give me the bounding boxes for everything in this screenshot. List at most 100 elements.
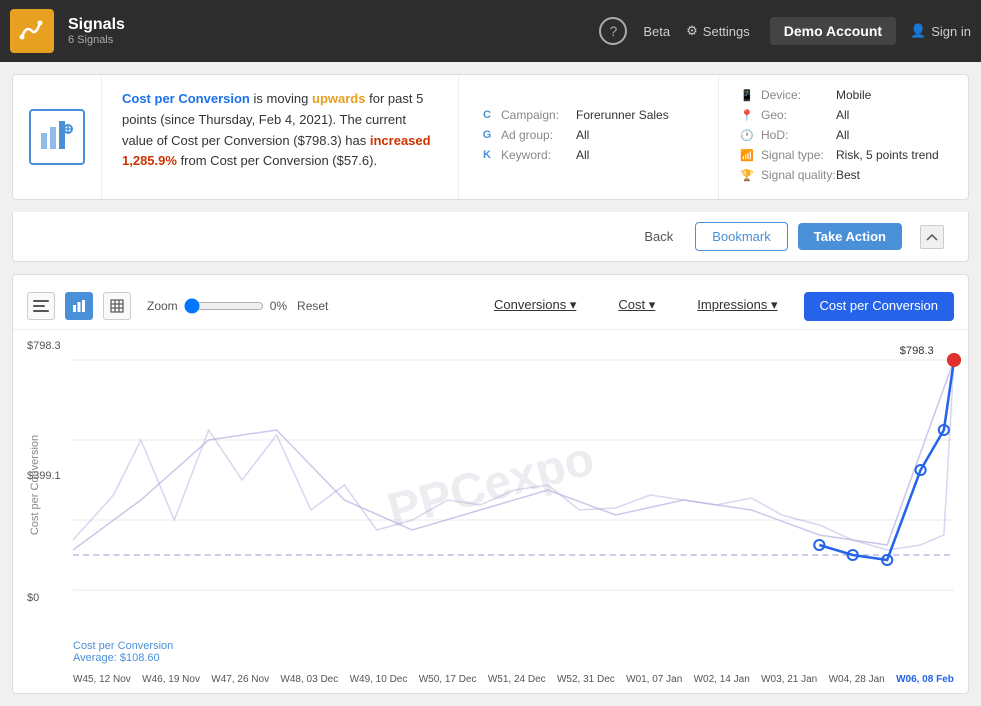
y-axis-title: Cost per Conversion [29, 435, 41, 535]
signal-period-text: for [369, 91, 388, 106]
zoom-control: Zoom 0% [147, 298, 287, 314]
take-action-button[interactable]: Take Action [798, 223, 902, 250]
geo-label: Geo: [761, 108, 836, 122]
keyword-label: Keyword: [501, 148, 576, 162]
settings-label: Settings [703, 24, 750, 39]
x-label-0: W45, 12 Nov [73, 674, 131, 685]
tab-conversions[interactable]: Conversions ▾ [478, 291, 592, 321]
tab-impressions[interactable]: Impressions ▾ [681, 291, 793, 321]
zoom-label: Zoom [147, 299, 178, 313]
signal-type-value: Risk, 5 points trend [836, 148, 939, 162]
metric-link[interactable]: Cost per Conversion [122, 91, 250, 106]
action-bar: Back Bookmark Take Action [12, 212, 969, 262]
help-button[interactable]: ? [599, 17, 627, 45]
header: Signals 6 Signals ? Beta ⚙ Settings Demo… [0, 0, 981, 62]
chart-svg: $798.3 [73, 340, 954, 610]
signal-icon-box [29, 109, 85, 165]
signal-direction: upwards [312, 91, 365, 106]
campaign-label: Campaign: [501, 108, 576, 122]
x-label-7: W52, 31 Dec [557, 674, 615, 685]
app-title-block: Signals 6 Signals [68, 16, 125, 46]
x-label-8: W01, 07 Jan [626, 674, 682, 685]
device-icon: 📱 [739, 87, 755, 103]
signal-type-label: Signal type: [761, 148, 836, 162]
y-min-label: $0 [27, 592, 39, 604]
campaign-value: Forerunner Sales [576, 108, 669, 122]
signal-panel: Cost per Conversion is moving upwards fo… [12, 74, 969, 200]
app-logo [10, 9, 54, 53]
chart-toolbar: Zoom 0% Reset Conversions ▾ Cost ▾ Impre… [13, 287, 968, 330]
signal-quality-icon: 🏆 [739, 167, 755, 183]
x-label-10: W03, 21 Jan [761, 674, 817, 685]
reset-button[interactable]: Reset [297, 299, 328, 313]
geo-row: 📍 Geo: All [739, 107, 948, 123]
adgroup-value: All [576, 128, 589, 142]
signin-button[interactable]: 👤 Sign in [910, 23, 971, 39]
hod-icon: 🕐 [739, 127, 755, 143]
table-icon [110, 299, 124, 313]
tab-cost-per-conversion[interactable]: Cost per Conversion [804, 292, 955, 321]
zoom-value: 0% [270, 299, 287, 313]
avg-label: Cost per Conversion [73, 640, 173, 652]
device-label: Device: [761, 88, 836, 102]
settings-icon: ⚙ [686, 23, 698, 39]
app-title: Signals [68, 16, 125, 34]
signal-quality-label: Signal quality: [761, 168, 836, 182]
x-axis-labels: W45, 12 Nov W46, 19 Nov W47, 26 Nov W48,… [13, 670, 968, 685]
x-label-5: W50, 17 Dec [419, 674, 477, 685]
zoom-slider[interactable] [184, 298, 264, 314]
x-label-11: W04, 28 Jan [829, 674, 885, 685]
tab-cost[interactable]: Cost ▾ [602, 291, 671, 321]
keyword-icon: K [479, 147, 495, 163]
signal-chart-icon [39, 119, 75, 155]
adgroup-icon: G [479, 127, 495, 143]
adgroup-row: G Ad group: All [479, 127, 698, 143]
signal-meta-col2: 📱 Device: Mobile 📍 Geo: All 🕐 HoD: All 📶… [718, 75, 968, 199]
x-label-12: W06, 08 Feb [896, 674, 954, 685]
keyword-row: K Keyword: All [479, 147, 698, 163]
signal-type-icon: 📶 [739, 147, 755, 163]
svg-text:$798.3: $798.3 [900, 345, 934, 357]
hod-value: All [836, 128, 849, 142]
collapse-button[interactable] [920, 225, 944, 249]
filter-button[interactable] [27, 292, 55, 320]
back-button[interactable]: Back [632, 223, 685, 250]
avg-value: Average: $108.60 [73, 652, 160, 664]
x-label-1: W46, 19 Nov [142, 674, 200, 685]
beta-badge: Beta [643, 24, 670, 39]
adgroup-label: Ad group: [501, 128, 576, 142]
signal-icon-block [13, 75, 102, 199]
y-max-label: $798.3 [27, 340, 61, 352]
table-button[interactable] [103, 292, 131, 320]
user-icon: 👤 [910, 23, 926, 39]
signal-description: Cost per Conversion is moving upwards fo… [102, 75, 458, 199]
device-row: 📱 Device: Mobile [739, 87, 948, 103]
bookmark-button[interactable]: Bookmark [695, 222, 788, 251]
campaign-icon: C [479, 107, 495, 123]
x-label-2: W47, 26 Nov [211, 674, 269, 685]
x-label-9: W02, 14 Jan [694, 674, 750, 685]
bar-chart-button[interactable] [65, 292, 93, 320]
filter-icon [33, 300, 49, 312]
signal-quality-row: 🏆 Signal quality: Best [739, 167, 948, 183]
chart-container: PPCexpo $798.3 $399.1 $0 Cost per Conver… [13, 330, 968, 640]
x-label-6: W51, 24 Dec [488, 674, 546, 685]
hod-row: 🕐 HoD: All [739, 127, 948, 143]
settings-button[interactable]: ⚙ Settings [686, 23, 750, 39]
x-label-4: W49, 10 Dec [350, 674, 408, 685]
signal-from-text: from Cost per Conversion ($57.6). [181, 153, 378, 168]
geo-value: All [836, 108, 849, 122]
app-subtitle: 6 Signals [68, 34, 125, 46]
x-label-3: W48, 03 Dec [280, 674, 338, 685]
avg-annotation: Cost per Conversion Average: $108.60 [13, 640, 968, 670]
signal-direction-prefix: is moving [253, 91, 312, 106]
bar-chart-icon [72, 299, 86, 313]
geo-icon: 📍 [739, 107, 755, 123]
signal-quality-value: Best [836, 168, 860, 182]
chart-area: Zoom 0% Reset Conversions ▾ Cost ▾ Impre… [12, 274, 969, 694]
keyword-value: All [576, 148, 589, 162]
signal-type-row: 📶 Signal type: Risk, 5 points trend [739, 147, 948, 163]
device-value: Mobile [836, 88, 871, 102]
signin-label: Sign in [931, 24, 971, 39]
account-label: Demo Account [770, 17, 896, 45]
